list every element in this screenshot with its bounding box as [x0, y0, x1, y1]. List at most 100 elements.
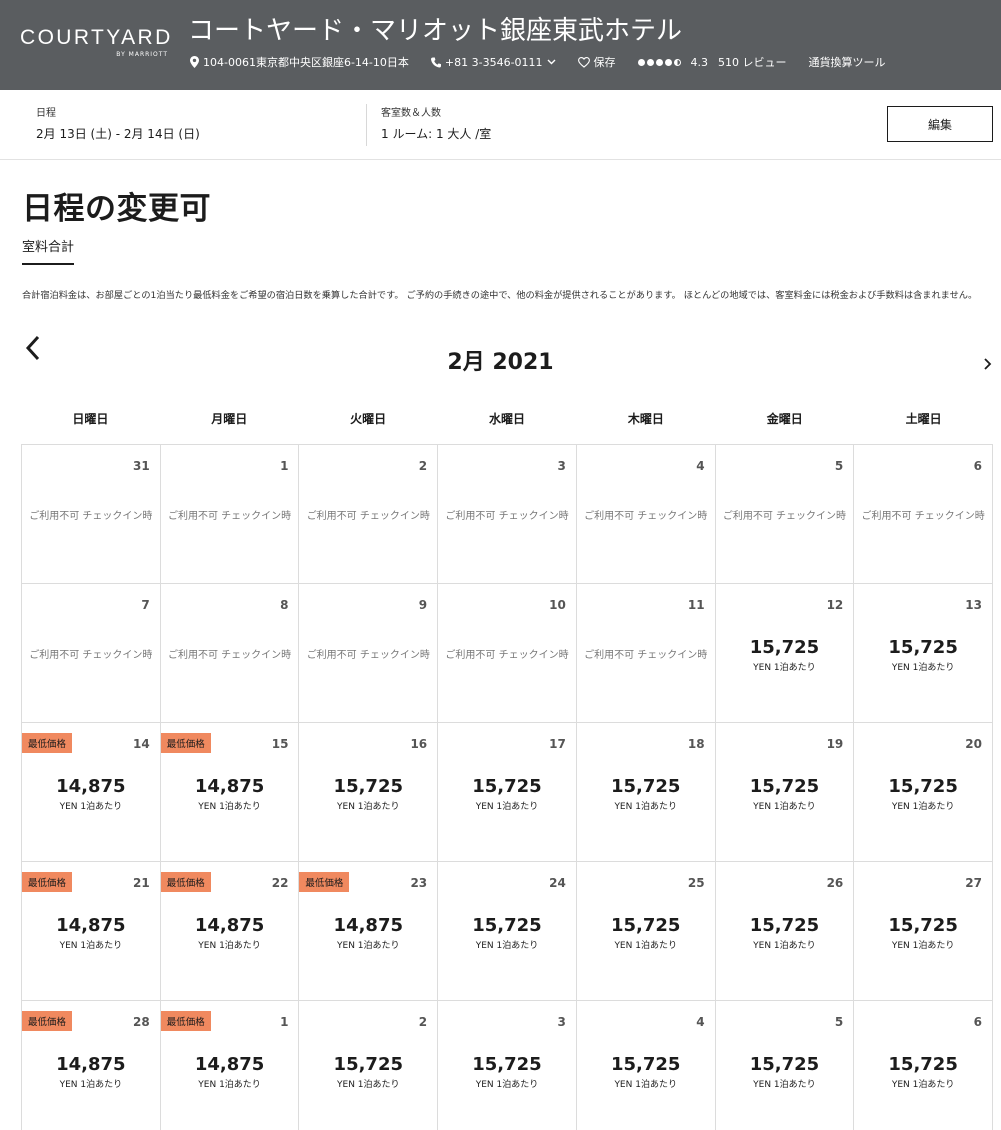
weekday-label: 土曜日 — [905, 412, 942, 426]
nightly-price: 15,725 — [333, 1054, 404, 1075]
search-summary: 日程 2月 13日 (土) - 2月 14日 (日) 客室数＆人数 1 ルーム:… — [0, 90, 1001, 160]
nightly-price: 14,875 — [56, 776, 126, 797]
unavailable-text: ご利用不可 チェックイン時 — [167, 511, 292, 522]
calendar-day-cell[interactable]: 3 15,725 YEN 1泊あたり — [438, 1001, 577, 1130]
field-divider — [366, 104, 367, 146]
calendar-day-cell[interactable]: 最低価格 28 14,875 YEN 1泊あたり — [22, 1001, 161, 1130]
calendar-day-cell[interactable]: 12 15,725 YEN 1泊あたり — [715, 584, 855, 723]
calendar-day-cell[interactable]: 6 15,725 YEN 1泊あたり — [854, 1001, 993, 1130]
next-month-button[interactable] — [980, 355, 994, 373]
calendar-day-cell[interactable]: 最低価格 15 14,875 YEN 1泊あたり — [160, 723, 300, 862]
calendar-day-cell: 9 ご利用不可 チェックイン時 — [299, 584, 439, 723]
calendar-day-cell[interactable]: 2 15,725 YEN 1泊あたり — [299, 1001, 439, 1130]
calendar-day-cell[interactable]: 20 15,725 YEN 1泊あたり — [854, 723, 993, 862]
heart-icon — [577, 56, 590, 68]
unavailable-text: ご利用不可 チェックイン時 — [306, 511, 430, 522]
calendar-day-cell[interactable]: 5 15,725 YEN 1泊あたり — [716, 1001, 855, 1130]
calendar-day-cell[interactable]: 16 15,725 YEN 1泊あたり — [299, 723, 439, 862]
calendar-day-cell[interactable]: 26 15,725 YEN 1泊あたり — [715, 862, 855, 1001]
edit-button[interactable]: 編集 — [887, 106, 993, 142]
calendar-day-cell[interactable]: 最低価格 21 14,875 YEN 1泊あたり — [22, 862, 161, 1001]
day-number: 20 — [965, 737, 982, 751]
calendar-day-cell[interactable]: 最低価格 14 14,875 YEN 1泊あたり — [22, 723, 161, 862]
price-unit: YEN 1泊あたり — [475, 802, 539, 812]
calendar-day-cell[interactable]: 13 15,725 YEN 1泊あたり — [854, 584, 993, 723]
price-unit: YEN 1泊あたり — [475, 1080, 539, 1090]
logo-wordmark: COURTYARD — [20, 26, 173, 49]
nightly-price: 15,725 — [749, 915, 820, 936]
calendar-day-cell[interactable]: 25 15,725 YEN 1泊あたり — [576, 862, 716, 1001]
lowest-price-badge: 最低価格 — [160, 1011, 211, 1031]
nightly-price: 15,725 — [472, 1054, 542, 1075]
price-unit: YEN 1泊あたり — [614, 802, 677, 812]
lowest-price-badge: 最低価格 — [299, 872, 350, 892]
weekday-label: 火曜日 — [350, 412, 387, 426]
guests-value: 1 ルーム: 1 大人 /室 — [381, 127, 492, 141]
nightly-price: 14,875 — [56, 1054, 126, 1075]
calendar-day-cell: 8 ご利用不可 チェックイン時 — [160, 584, 300, 723]
calendar-day-cell[interactable]: 最低価格 1 14,875 YEN 1泊あたり — [160, 1001, 300, 1130]
day-number: 4 — [696, 459, 705, 473]
calendar-day-cell[interactable]: 27 15,725 YEN 1泊あたり — [854, 862, 993, 1001]
nightly-price: 14,875 — [194, 915, 265, 936]
save-button[interactable]: 保存 — [577, 54, 616, 70]
day-number: 5 — [834, 459, 844, 473]
day-number: 3 — [557, 1015, 566, 1029]
nightly-price: 14,875 — [194, 776, 265, 797]
unavailable-text: ご利用不可 チェックイン時 — [861, 511, 985, 522]
weekday-label: 日曜日 — [72, 412, 109, 426]
calendar-day-cell[interactable]: 最低価格 23 14,875 YEN 1泊あたり — [299, 862, 439, 1001]
day-number: 9 — [418, 598, 428, 612]
courtyard-logo[interactable]: COURTYARD BY MARRIOTT — [20, 26, 170, 58]
day-number: 15 — [271, 737, 289, 751]
day-number: 22 — [271, 876, 289, 890]
weekday-label: 木曜日 — [627, 412, 664, 426]
hotel-name[interactable]: コートヤード・マリオット銀座東武ホテル — [188, 10, 682, 47]
price-unit: YEN 1泊あたり — [198, 941, 261, 951]
calendar-day-cell: 7 ご利用不可 チェックイン時 — [22, 584, 161, 723]
calendar-day-cell[interactable]: 18 15,725 YEN 1泊あたり — [576, 723, 716, 862]
rating-dots — [637, 58, 681, 66]
tab-room-total[interactable]: 室料合計 — [22, 236, 75, 265]
calendar-day-cell: 2 ご利用不可 チェックイン時 — [299, 445, 439, 584]
currency-converter-link[interactable]: 通貨換算ツール — [809, 54, 886, 70]
day-number: 23 — [410, 876, 428, 890]
dates-field[interactable]: 日程 2月 13日 (土) - 2月 14日 (日) — [36, 104, 200, 142]
price-unit: YEN 1泊あたり — [59, 802, 123, 812]
hotel-meta: 104-0061東京都中央区銀座6-14-10日本 +81 3-3546-011… — [190, 54, 908, 70]
calendar-day-cell: 5 ご利用不可 チェックイン時 — [715, 445, 855, 584]
guests-field[interactable]: 客室数＆人数 1 ルーム: 1 大人 /室 — [381, 104, 491, 142]
calendar-day-cell[interactable]: 4 15,725 YEN 1泊あたり — [577, 1001, 716, 1130]
price-unit: YEN 1泊あたり — [59, 941, 123, 951]
calendar-day-cell: 31 ご利用不可 チェックイン時 — [22, 445, 161, 584]
reviews-link[interactable]: 510 レビュー — [718, 54, 787, 70]
price-unit: YEN 1泊あたり — [891, 663, 955, 673]
price-unit: YEN 1泊あたり — [337, 941, 400, 951]
calendar-day-cell: 11 ご利用不可 チェックイン時 — [576, 584, 716, 723]
calendar-day-cell[interactable]: 最低価格 22 14,875 YEN 1泊あたり — [160, 862, 300, 1001]
price-unit: YEN 1泊あたり — [337, 1080, 400, 1090]
logo-byline: BY MARRIOTT — [116, 51, 168, 58]
day-number: 14 — [133, 737, 150, 751]
phone-dropdown[interactable]: +81 3-3546-0111 — [430, 56, 556, 69]
rating-value: 4.3 — [690, 55, 709, 69]
calendar-day-cell: 10 ご利用不可 チェックイン時 — [438, 584, 577, 723]
pricing-note: 合計宿泊料金は、お部屋ごとの1泊当たり最低料金をご希望の宿泊日数を乗算した合計で… — [22, 290, 978, 301]
lowest-price-badge: 最低価格 — [22, 1011, 73, 1031]
calendar-day-cell[interactable]: 24 15,725 YEN 1泊あたり — [438, 862, 577, 1001]
calendar-day-cell[interactable]: 17 15,725 YEN 1泊あたり — [438, 723, 577, 862]
unavailable-text: ご利用不可 チェックイン時 — [29, 511, 153, 522]
calendar-day-cell[interactable]: 19 15,725 YEN 1泊あたり — [715, 723, 855, 862]
price-unit: YEN 1泊あたり — [753, 802, 816, 812]
lowest-price-badge: 最低価格 — [22, 733, 73, 753]
unavailable-text: ご利用不可 チェックイン時 — [584, 511, 708, 522]
address-link[interactable]: 104-0061東京都中央区銀座6-14-10日本 — [190, 54, 409, 70]
price-unit: YEN 1泊あたり — [891, 941, 955, 951]
lowest-price-badge: 最低価格 — [160, 733, 211, 753]
hotel-header: COURTYARD BY MARRIOTT コートヤード・マリオット銀座東武ホテ… — [0, 0, 1001, 90]
lowest-price-badge: 最低価格 — [22, 872, 73, 892]
location-pin-icon — [190, 56, 199, 68]
day-number: 31 — [133, 459, 150, 473]
weekday-label: 水曜日 — [488, 412, 525, 426]
nightly-price: 15,725 — [472, 776, 542, 797]
